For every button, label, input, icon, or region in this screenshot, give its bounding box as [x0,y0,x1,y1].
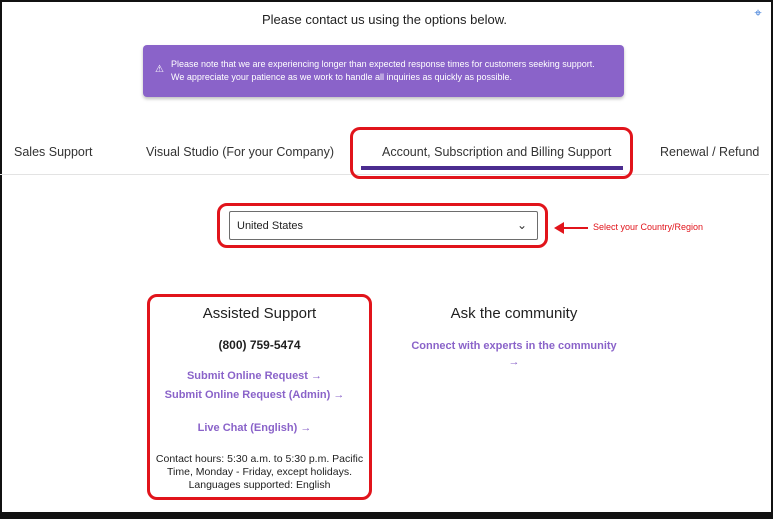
community-link-label: Connect with experts in the community [411,340,617,352]
tab-renewal-refund[interactable]: Renewal / Refund [660,145,759,159]
banner-line-2: We appreciate your patience as we work t… [171,72,513,82]
banner-message: Please note that we are experiencing lon… [171,58,611,84]
banner-line-1: Please note that we are experiencing lon… [171,59,595,69]
annotation-box-assisted [147,294,372,500]
tab-sales-support[interactable]: Sales Support [14,145,93,159]
intro-text: Please contact us using the options belo… [262,12,507,27]
community-link[interactable]: Connect with experts in the community → [405,338,623,370]
frame-bottom-border [0,512,773,519]
community-title: Ask the community [450,305,578,322]
annotation-label: Select your Country/Region [593,222,704,232]
tab-visual-studio[interactable]: Visual Studio (For your Company) [146,145,334,159]
annotation-box-tab [350,127,633,179]
warning-icon: ⚠ [155,64,164,75]
annotation-box-country [217,203,548,248]
annotation-arrow-line [561,227,588,229]
notice-banner: ⚠ Please note that we are experiencing l… [143,45,624,97]
arrow-right-icon: → [508,356,520,368]
